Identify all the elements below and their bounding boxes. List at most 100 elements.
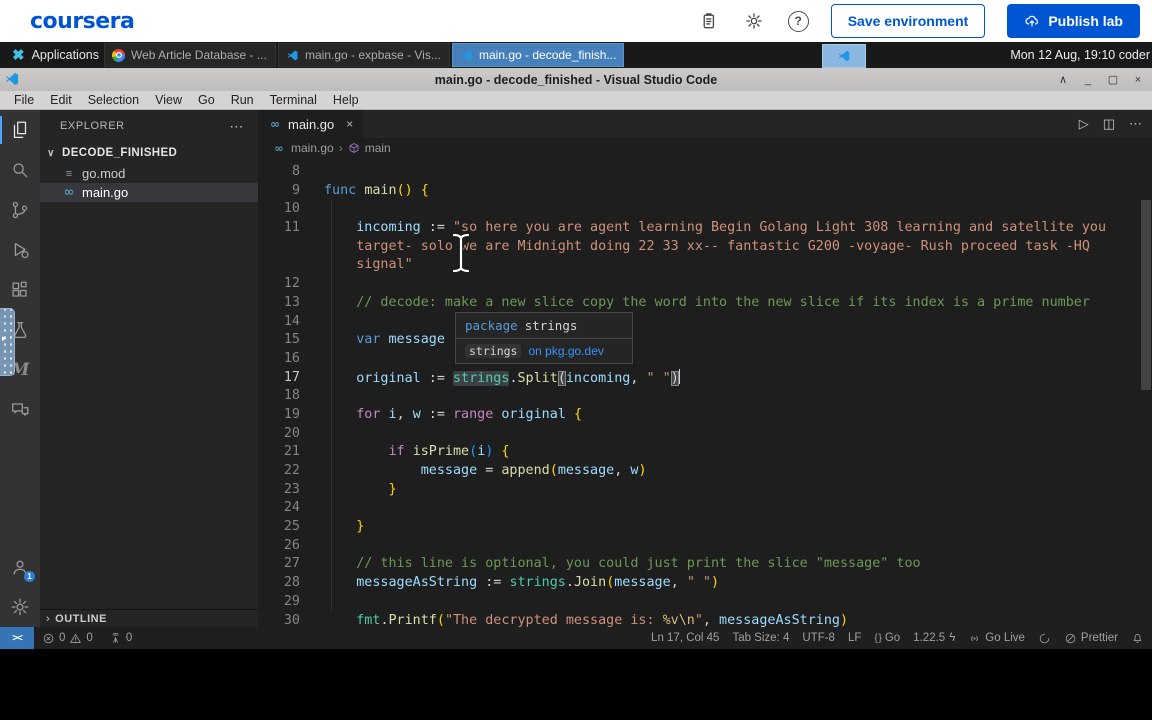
menu-selection[interactable]: Selection xyxy=(80,93,147,107)
code-line-30[interactable]: 30 fmt.Printf("The decrypted message is:… xyxy=(258,612,1152,628)
publish-lab-label: Publish lab xyxy=(1048,13,1123,29)
code-line-9[interactable]: 9 func main() { xyxy=(258,182,1152,201)
settings-gear-icon[interactable] xyxy=(0,587,40,627)
menu-go[interactable]: Go xyxy=(190,93,223,107)
status-prettier[interactable]: Prettier xyxy=(1064,632,1118,645)
line-number: 26 xyxy=(283,537,300,553)
coursera-logo: coursera xyxy=(30,8,135,34)
status-go-live[interactable]: Go Live xyxy=(968,632,1025,645)
taskbar-window-main-go-expbase-vis[interactable]: main.go - expbase - Vis... xyxy=(278,43,450,67)
file-item-main-go[interactable]: ∞ main.go xyxy=(40,183,258,202)
menu-terminal[interactable]: Terminal xyxy=(262,93,325,107)
comments-icon[interactable] xyxy=(0,390,40,430)
code-line-21[interactable]: 21 if isPrime(i) { xyxy=(258,443,1152,462)
lab-widget-handle[interactable] xyxy=(0,308,15,376)
taskbar-window-list: Web Article Database - ... main.go - expb… xyxy=(104,43,624,67)
code-line-25[interactable]: 25 } xyxy=(258,518,1152,537)
code-line-24[interactable]: 24 xyxy=(258,499,1152,518)
code-line-8[interactable]: 8 xyxy=(258,163,1152,182)
status-go[interactable]: { } Go xyxy=(874,632,900,644)
accounts-icon[interactable]: 1 xyxy=(0,547,40,587)
menu-view[interactable]: View xyxy=(147,93,190,107)
explorer-sidebar: EXPLORER ⋯ ∨ DECODE_FINISHED ≡ go.mod ∞ mai… xyxy=(40,110,258,627)
applications-menu[interactable]: ✖ Applications xyxy=(6,42,105,68)
code-line-10[interactable]: 10 xyxy=(258,200,1152,219)
editor-scrollbar[interactable] xyxy=(1141,200,1151,390)
run-code-icon[interactable]: ▷ xyxy=(1079,116,1089,132)
save-environment-button[interactable]: Save environment xyxy=(830,4,986,38)
code-line-wrap[interactable]: signal" xyxy=(258,256,1152,275)
status-spinner[interactable] xyxy=(1038,632,1051,645)
explorer-activity-icon[interactable] xyxy=(0,110,40,150)
taskbar-window-main-go-decode-finish[interactable]: main.go - decode_finish... xyxy=(452,43,624,67)
split-editor-icon[interactable]: ◫ xyxy=(1103,116,1115,132)
maximize-button[interactable]: ▢ xyxy=(1107,73,1119,86)
status-ln-17-col-45[interactable]: Ln 17, Col 45 xyxy=(651,632,719,644)
code-line-17[interactable]: 17 original := strings.Split(incoming, "… xyxy=(258,368,1152,388)
more-actions-icon[interactable]: ⋯ xyxy=(1129,116,1142,132)
vscode-titlebar: main.go - decode_finished - Visual Studi… xyxy=(0,68,1152,91)
status-bell[interactable] xyxy=(1131,632,1144,645)
run-debug-icon[interactable] xyxy=(0,230,40,270)
code-line-27[interactable]: 27 // this line is optional, you could j… xyxy=(258,555,1152,574)
window-title: main.go - decode_finished - Visual Studi… xyxy=(434,72,718,87)
code-line-29[interactable]: 29 xyxy=(258,593,1152,612)
source-control-icon[interactable] xyxy=(0,190,40,230)
code-line-19[interactable]: 19 for i, w := range original { xyxy=(258,406,1152,425)
line-number: 9 xyxy=(291,182,300,198)
code-line-14[interactable]: 14 xyxy=(258,313,1152,332)
gear-icon[interactable] xyxy=(742,9,766,33)
code-line-28[interactable]: 28 messageAsString := strings.Join(messa… xyxy=(258,574,1152,593)
window-title-label: main.go - expbase - Vis... xyxy=(305,48,441,62)
breadcrumb-file[interactable]: main.go xyxy=(291,141,334,155)
publish-lab-button[interactable]: Publish lab xyxy=(1007,4,1140,38)
file-item-go-mod[interactable]: ≡ go.mod xyxy=(40,164,258,183)
menu-edit[interactable]: Edit xyxy=(42,93,80,107)
status-utf-8[interactable]: UTF-8 xyxy=(802,632,835,644)
code-line-13[interactable]: 13 // decode: make a new slice copy the … xyxy=(258,294,1152,313)
text-caret xyxy=(678,368,680,384)
close-button[interactable]: × xyxy=(1132,74,1144,86)
remote-indicator[interactable]: >< xyxy=(0,627,34,649)
code-line-16[interactable]: 16 xyxy=(258,350,1152,369)
code-line-15[interactable]: 15 var message xyxy=(258,331,1152,350)
line-number: 22 xyxy=(283,463,300,478)
code-line-11[interactable]: 11 incoming := "so here you are agent le… xyxy=(258,219,1152,238)
code-line-26[interactable]: 26 xyxy=(258,537,1152,556)
explorer-actions-icon[interactable]: ⋯ xyxy=(229,118,244,135)
menu-file[interactable]: File xyxy=(6,93,42,107)
code-text: // decode: make a new slice copy the wor… xyxy=(356,294,1090,310)
menu-help[interactable]: Help xyxy=(325,93,367,107)
pkg-go-dev-link[interactable]: on pkg.go.dev xyxy=(528,344,603,358)
shade-button[interactable]: ∧ xyxy=(1057,73,1069,86)
code-line-23[interactable]: 23 } xyxy=(258,481,1152,500)
status-tab-size-4[interactable]: Tab Size: 4 xyxy=(732,632,789,644)
code-line-22[interactable]: 22 message = append(message, w) xyxy=(258,462,1152,481)
status-lf[interactable]: LF xyxy=(848,632,861,644)
taskbar-pinned-vscode-button[interactable] xyxy=(822,44,866,68)
tab-main-go[interactable]: ∞ main.go × xyxy=(258,110,364,138)
code-line-20[interactable]: 20 xyxy=(258,425,1152,444)
code-area[interactable]: 8 9 func main() {10 11 incoming := "so here… xyxy=(258,158,1152,627)
code-line-12[interactable]: 12 xyxy=(258,275,1152,294)
outline-section[interactable]: › OUTLINE xyxy=(40,610,258,627)
breadcrumb-symbol[interactable]: main xyxy=(365,141,391,155)
notes-icon[interactable] xyxy=(696,9,720,33)
code-line-18[interactable]: 18 xyxy=(258,387,1152,406)
project-folder-row[interactable]: ∨ DECODE_FINISHED xyxy=(40,142,258,164)
help-icon[interactable]: ? xyxy=(787,10,809,32)
problems-indicator[interactable]: 0 0 0 xyxy=(34,632,132,645)
taskbar-clock[interactable]: Mon 12 Aug, 19:10 coder xyxy=(1010,42,1150,68)
go-file-icon: ∞ xyxy=(274,141,284,155)
taskbar-window-web-article-database[interactable]: Web Article Database - ... xyxy=(104,43,276,67)
status-1-22-5[interactable]: 1.22.5 ϟ xyxy=(913,632,955,644)
menu-run[interactable]: Run xyxy=(223,93,262,107)
status-label: LF xyxy=(847,632,862,644)
line-number: 30 xyxy=(283,612,300,628)
code-line-wrap[interactable]: target- solo we are Midnight doing 22 33… xyxy=(258,238,1152,257)
breadcrumb[interactable]: ∞ main.go › main xyxy=(258,138,1152,158)
search-icon[interactable] xyxy=(0,150,40,190)
tab-close-icon[interactable]: × xyxy=(346,117,353,131)
minimize-button[interactable]: _ xyxy=(1082,74,1094,86)
extensions-icon[interactable] xyxy=(0,270,40,310)
